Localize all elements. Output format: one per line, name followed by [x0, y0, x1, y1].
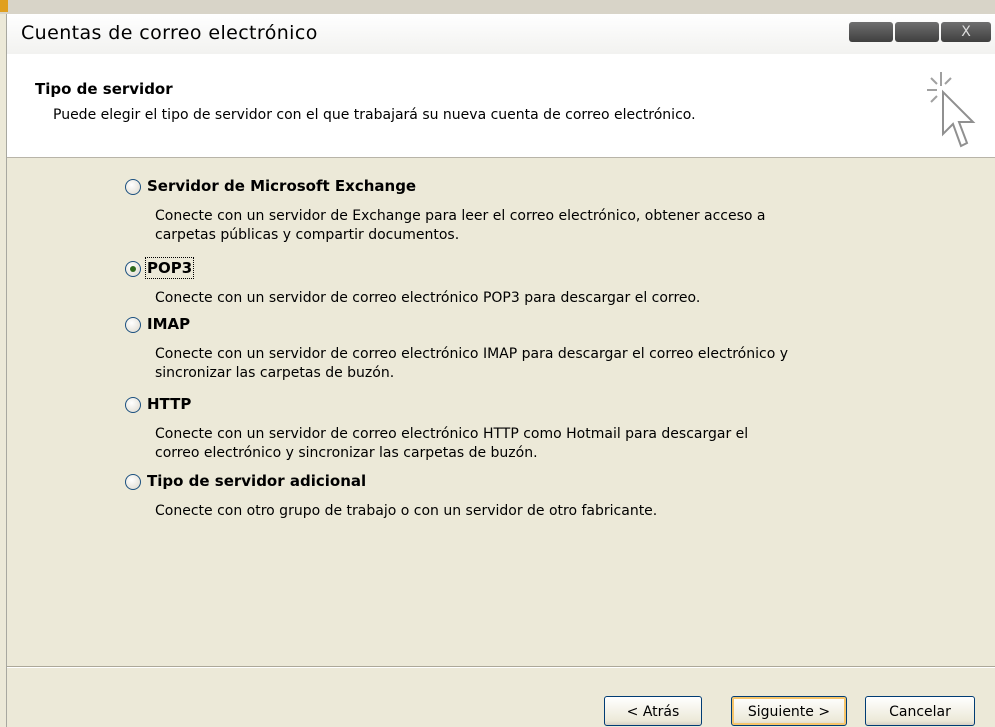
header-title: Tipo de servidor: [35, 80, 173, 98]
close-icon: X: [961, 24, 971, 40]
window-title: Cuentas de correo electrónico: [21, 22, 318, 44]
radio-pop3[interactable]: [125, 261, 141, 277]
email-accounts-dialog: Cuentas de correo electrónico X Tipo de …: [6, 14, 995, 727]
next-button[interactable]: Siguiente >: [731, 696, 847, 726]
footer-separator: [7, 666, 995, 668]
radio-http[interactable]: [125, 397, 141, 413]
minimize-button[interactable]: [849, 22, 893, 42]
radio-imap[interactable]: [125, 317, 141, 333]
title-bar: Cuentas de correo electrónico X: [7, 14, 995, 54]
option-http-description: Conecte con un servidor de correo electr…: [155, 426, 749, 461]
option-additional-label[interactable]: Tipo de servidor adicional: [147, 472, 366, 490]
option-additional-description: Conecte con otro grupo de trabajo o con …: [155, 503, 658, 519]
option-exchange-label[interactable]: Servidor de Microsoft Exchange: [147, 177, 416, 195]
header-description: Puede elegir el tipo de servidor con el …: [53, 107, 696, 123]
close-button[interactable]: X: [941, 22, 991, 42]
background-corner: [0, 0, 8, 12]
background-window-strip: [0, 0, 995, 14]
option-exchange-description: Conecte con un servidor de Exchange para…: [155, 208, 766, 243]
radio-selected-dot: [130, 266, 136, 272]
cursor-sparkle-icon: [927, 72, 976, 148]
option-http-label[interactable]: HTTP: [147, 395, 191, 413]
wizard-header: Tipo de servidor Puede elegir el tipo de…: [7, 54, 995, 158]
radio-additional[interactable]: [125, 474, 141, 490]
maximize-button[interactable]: [895, 22, 939, 42]
option-pop3-label[interactable]: POP3: [144, 257, 195, 279]
option-imap-label[interactable]: IMAP: [147, 315, 190, 333]
radio-exchange[interactable]: [125, 179, 141, 195]
window-controls: X: [849, 22, 991, 42]
option-pop3-description: Conecte con un servidor de correo electr…: [155, 290, 701, 306]
cancel-button[interactable]: Cancelar: [865, 696, 975, 726]
back-button[interactable]: < Atrás: [604, 696, 702, 726]
option-imap-description: Conecte con un servidor de correo electr…: [155, 346, 789, 381]
